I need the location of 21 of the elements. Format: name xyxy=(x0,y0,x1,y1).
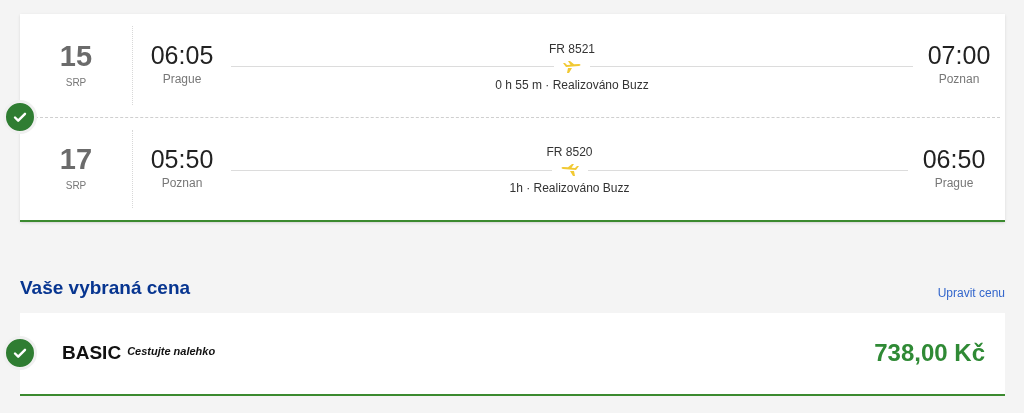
fare-tagline: Cestujte nalehko xyxy=(127,344,216,360)
edit-price-link[interactable]: Upravit cenu xyxy=(937,283,1005,302)
departure-city: Prague xyxy=(162,71,202,88)
departure-city: Poznan xyxy=(161,174,203,192)
arrival-time: 07:00 xyxy=(927,43,991,68)
fare-price: 738,00 Kč xyxy=(874,338,985,368)
arrival-time: 06:50 xyxy=(922,146,986,172)
flight-number: FR 8520 xyxy=(546,144,593,161)
fare-name: BASIC xyxy=(62,340,122,365)
month-label: SRP xyxy=(65,179,87,193)
departure-time: 06:05 xyxy=(150,43,214,68)
arrival-city: Prague xyxy=(934,174,974,192)
day-number: 15 xyxy=(59,41,93,71)
day-number: 17 xyxy=(59,145,93,174)
section-heading: Vaše vybraná cena xyxy=(20,276,191,300)
flight-info: 0 h 55 m · Realizováno Buzz xyxy=(495,76,649,94)
month-label: SRP xyxy=(65,75,87,90)
flight-number: FR 8521 xyxy=(549,40,595,58)
flight-info: 1h · Realizováno Buzz xyxy=(509,180,630,197)
departure-time: 05:50 xyxy=(150,146,214,172)
arrival-city: Poznan xyxy=(938,71,980,88)
